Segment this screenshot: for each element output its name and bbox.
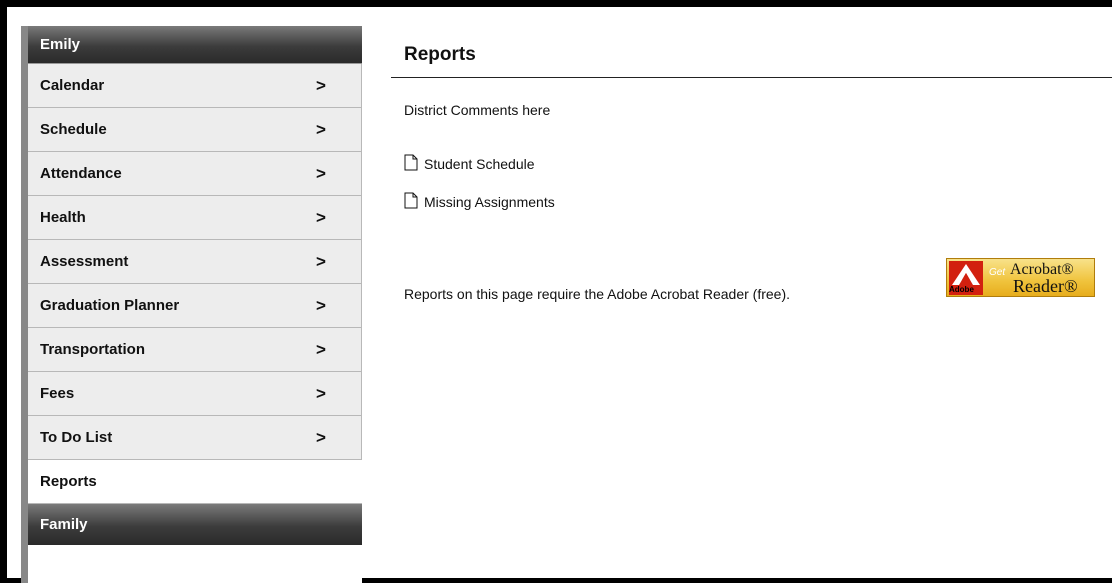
sidebar-item-assessment[interactable]: Assessment >	[28, 240, 362, 284]
page-title: Reports	[391, 26, 1112, 78]
acrobat-requirement-note: Reports on this page require the Adobe A…	[404, 286, 791, 302]
chevron-right-icon: >	[316, 164, 326, 183]
report-link-missing-assignments[interactable]: Missing Assignments	[404, 192, 555, 212]
document-icon	[404, 154, 418, 174]
chevron-right-icon: >	[316, 76, 326, 95]
chevron-right-icon: >	[316, 296, 326, 315]
sidebar-item-label: To Do List	[40, 429, 113, 446]
sidebar-item-attendance[interactable]: Attendance >	[28, 152, 362, 196]
sidebar-item-label: Transportation	[40, 341, 146, 358]
document-icon	[404, 192, 418, 212]
sidebar-item-label: Graduation Planner	[40, 297, 180, 314]
chevron-right-icon: >	[316, 252, 326, 271]
report-link-student-schedule[interactable]: Student Schedule	[404, 154, 535, 174]
app-frame: Emily Calendar > Schedule > Attendance >…	[0, 0, 1112, 583]
main-content: Reports District Comments here Student S…	[391, 26, 1112, 302]
sidebar-item-label: Health	[40, 209, 86, 226]
chevron-right-icon: >	[316, 384, 326, 403]
report-link-label: Missing Assignments	[424, 194, 555, 210]
sidebar-item-reports[interactable]: Reports	[28, 460, 362, 504]
badge-adobe-text: Adobe	[949, 285, 974, 294]
badge-reader-text: Reader®	[1013, 276, 1078, 296]
sidebar-item-health[interactable]: Health >	[28, 196, 362, 240]
sidebar-item-label: Attendance	[40, 165, 122, 182]
get-acrobat-reader-button[interactable]: Adobe Get Acrobat® Reader®	[946, 258, 1095, 297]
sidebar-item-graduation-planner[interactable]: Graduation Planner >	[28, 284, 362, 328]
sidebar-item-calendar[interactable]: Calendar >	[28, 64, 362, 108]
sidebar-item-schedule[interactable]: Schedule >	[28, 108, 362, 152]
badge-get-text: Get	[989, 267, 1006, 278]
sidebar: Emily Calendar > Schedule > Attendance >…	[28, 26, 362, 583]
sidebar-item-label: Schedule	[40, 121, 107, 138]
chevron-right-icon: >	[316, 208, 326, 227]
sidebar-accent-bar	[21, 26, 28, 583]
chevron-right-icon: >	[316, 428, 326, 447]
sidebar-item-label: Reports	[40, 473, 97, 490]
sidebar-item-to-do-list[interactable]: To Do List >	[28, 416, 362, 460]
sidebar-item-label: Fees	[40, 385, 75, 402]
district-comment: District Comments here	[404, 102, 551, 118]
sidebar-family-footer[interactable]: Family	[28, 504, 362, 545]
sidebar-item-label: Assessment	[40, 253, 129, 270]
chevron-right-icon: >	[316, 120, 326, 139]
sidebar-item-label: Calendar	[40, 77, 105, 94]
chevron-right-icon: >	[316, 340, 326, 359]
sidebar-item-fees[interactable]: Fees >	[28, 372, 362, 416]
report-link-label: Student Schedule	[424, 156, 535, 172]
sidebar-item-transportation[interactable]: Transportation >	[28, 328, 362, 372]
sidebar-student-header[interactable]: Emily	[28, 26, 362, 64]
